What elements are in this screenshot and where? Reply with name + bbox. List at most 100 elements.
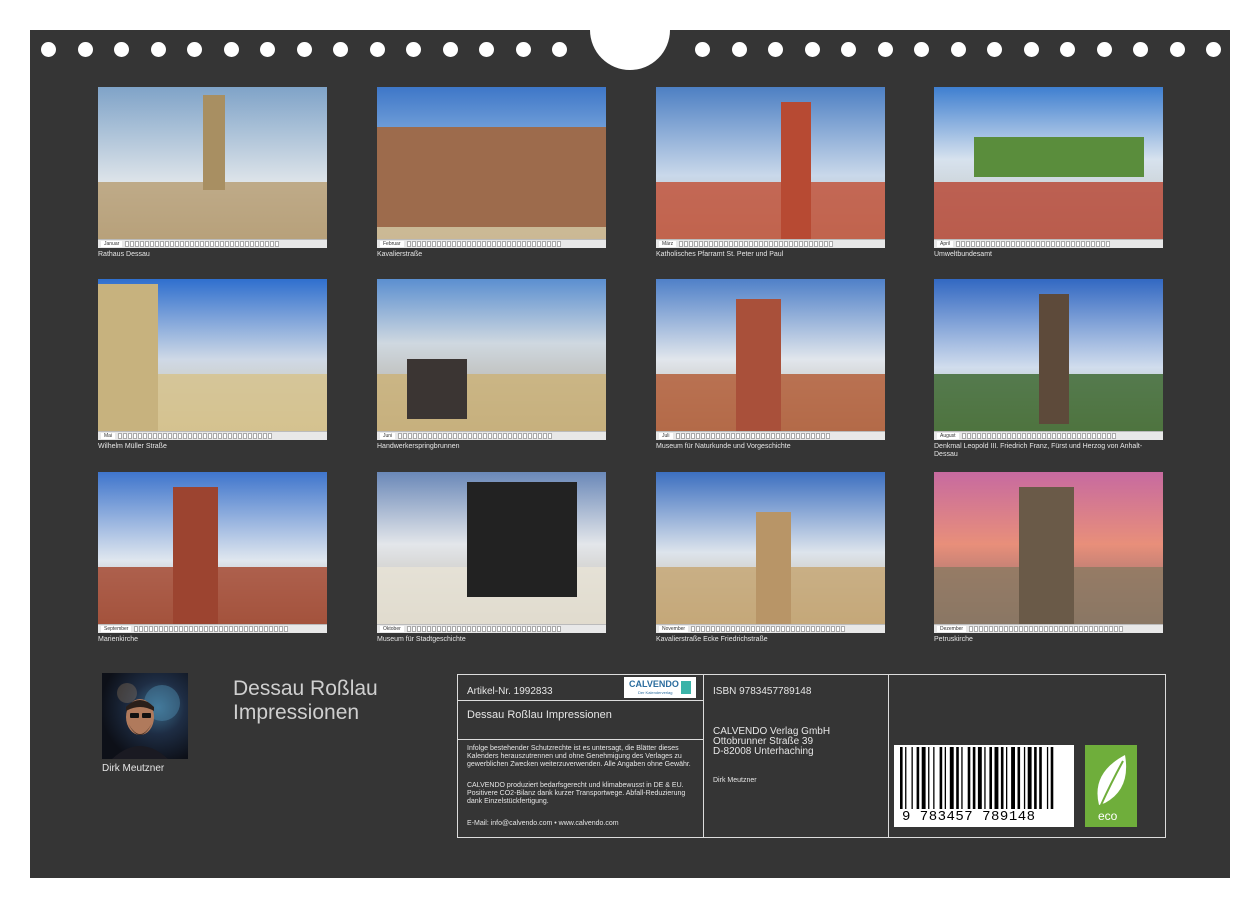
day-cell [175,241,180,247]
photo-4: April [934,87,1163,248]
day-cell [806,626,811,632]
day-cell [284,626,289,632]
day-cell [488,433,493,439]
day-cell [476,626,481,632]
day-cell [248,433,253,439]
photo-landmark [407,359,467,419]
day-cell [1084,626,1089,632]
day-cell [531,241,536,247]
day-cell [729,241,734,247]
day-cell [154,626,159,632]
day-cell [185,241,190,247]
day-cell [451,626,456,632]
day-cell [486,626,491,632]
day-cell [1101,433,1106,439]
day-cell [144,626,149,632]
day-cell [416,626,421,632]
day-cell [135,241,140,247]
day-cell [269,626,274,632]
day-cell [739,241,744,247]
day-cell [239,626,244,632]
day-cell [771,626,776,632]
day-cell [1071,433,1076,439]
day-cell [234,626,239,632]
day-cell [134,626,139,632]
day-cell [1011,433,1016,439]
day-cell [193,433,198,439]
month-label: September [101,626,132,632]
day-cell [274,626,279,632]
day-cell [224,626,229,632]
day-cell [971,241,976,247]
photo-5: Mai [98,279,327,440]
day-cell [745,433,750,439]
day-cell [406,626,411,632]
day-cell [986,433,991,439]
day-cell [426,626,431,632]
day-cell [961,241,966,247]
day-cell [751,626,756,632]
day-cell [501,241,506,247]
binding-hole [552,42,567,57]
month-label: November [659,626,689,632]
day-cell [516,241,521,247]
photo-landmark [98,284,158,434]
binding-hole [1023,42,1039,57]
photo-8: August [934,279,1163,440]
photo-landmark [173,487,218,627]
binding-hole [1133,42,1148,57]
day-cell [824,241,829,247]
day-cell [790,433,795,439]
day-cell [478,433,483,439]
day-cell [446,241,451,247]
binding-hole [442,42,458,57]
day-cell [794,241,799,247]
author-portrait [102,673,188,759]
day-cell [1099,626,1104,632]
month-label: Juli [659,433,673,439]
day-cell [1069,626,1074,632]
day-cell [531,626,536,632]
binding-hole [695,42,710,57]
day-cell [829,241,834,247]
day-cell [446,626,451,632]
day-cell [209,626,214,632]
day-cell [696,626,701,632]
day-cell [468,433,473,439]
day-cell [1024,626,1029,632]
day-cell [160,241,165,247]
day-cell [506,241,511,247]
month-label: Juni [380,433,396,439]
month-strip: Dezember [934,624,1163,633]
day-cell [398,433,403,439]
day-cell [411,626,416,632]
day-cell [706,626,711,632]
day-cell [691,626,696,632]
day-cell [438,433,443,439]
day-cell [1076,433,1081,439]
month-strip: Mai [98,431,327,440]
title-line-2: Impressionen [233,701,360,724]
day-cell [153,433,158,439]
day-cell [791,626,796,632]
day-cell [466,626,471,632]
binding-hole [187,42,202,57]
day-cell [431,241,436,247]
day-cell [483,433,488,439]
day-cell [1119,626,1124,632]
day-cell [1039,626,1044,632]
day-cell [746,626,751,632]
month-strip: August [934,431,1163,440]
day-cell [416,241,421,247]
day-cell [974,626,979,632]
day-cell [1091,241,1096,247]
day-cell [735,433,740,439]
day-cell [720,433,725,439]
day-cell [158,433,163,439]
day-cell [413,433,418,439]
day-cell [133,433,138,439]
day-cell [1056,241,1061,247]
day-cell [1096,241,1101,247]
binding-hole [41,42,56,57]
binding-hole [950,42,966,57]
